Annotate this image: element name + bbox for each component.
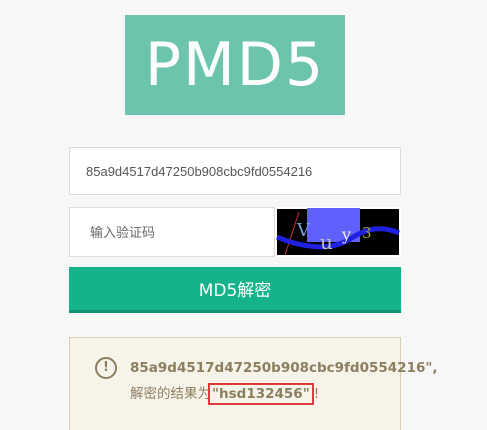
captcha-input[interactable] — [69, 207, 275, 257]
captcha-char-3: y — [341, 225, 351, 244]
pmd5-logo: PMD5 — [125, 15, 345, 115]
captcha-char-2: u — [320, 230, 333, 254]
info-icon: ! — [95, 357, 117, 379]
md5-decrypt-button[interactable]: MD5解密 — [69, 267, 401, 313]
captcha-char-1: V — [296, 220, 311, 241]
result-highlight-box: "hsd132456" — [208, 383, 314, 405]
result-plaintext: "hsd132456" — [212, 386, 310, 402]
result-hash-line: 85a9d4517d47250b908cbc9fd0554216", — [130, 360, 438, 376]
result-suffix: ! — [313, 386, 320, 402]
result-prefix: 解密的结果为 — [130, 386, 211, 402]
result-hash-suffix: ", — [425, 360, 438, 376]
captcha-char-4: 3 — [362, 224, 372, 242]
hash-input[interactable] — [69, 147, 401, 195]
result-panel: ! 85a9d4517d47250b908cbc9fd0554216", 解密的… — [69, 337, 438, 430]
captcha-image[interactable]: V u y 3 — [275, 207, 401, 257]
result-message-line: 解密的结果为"hsd132456"! — [130, 382, 319, 405]
result-hash: 85a9d4517d47250b908cbc9fd0554216 — [130, 360, 426, 376]
